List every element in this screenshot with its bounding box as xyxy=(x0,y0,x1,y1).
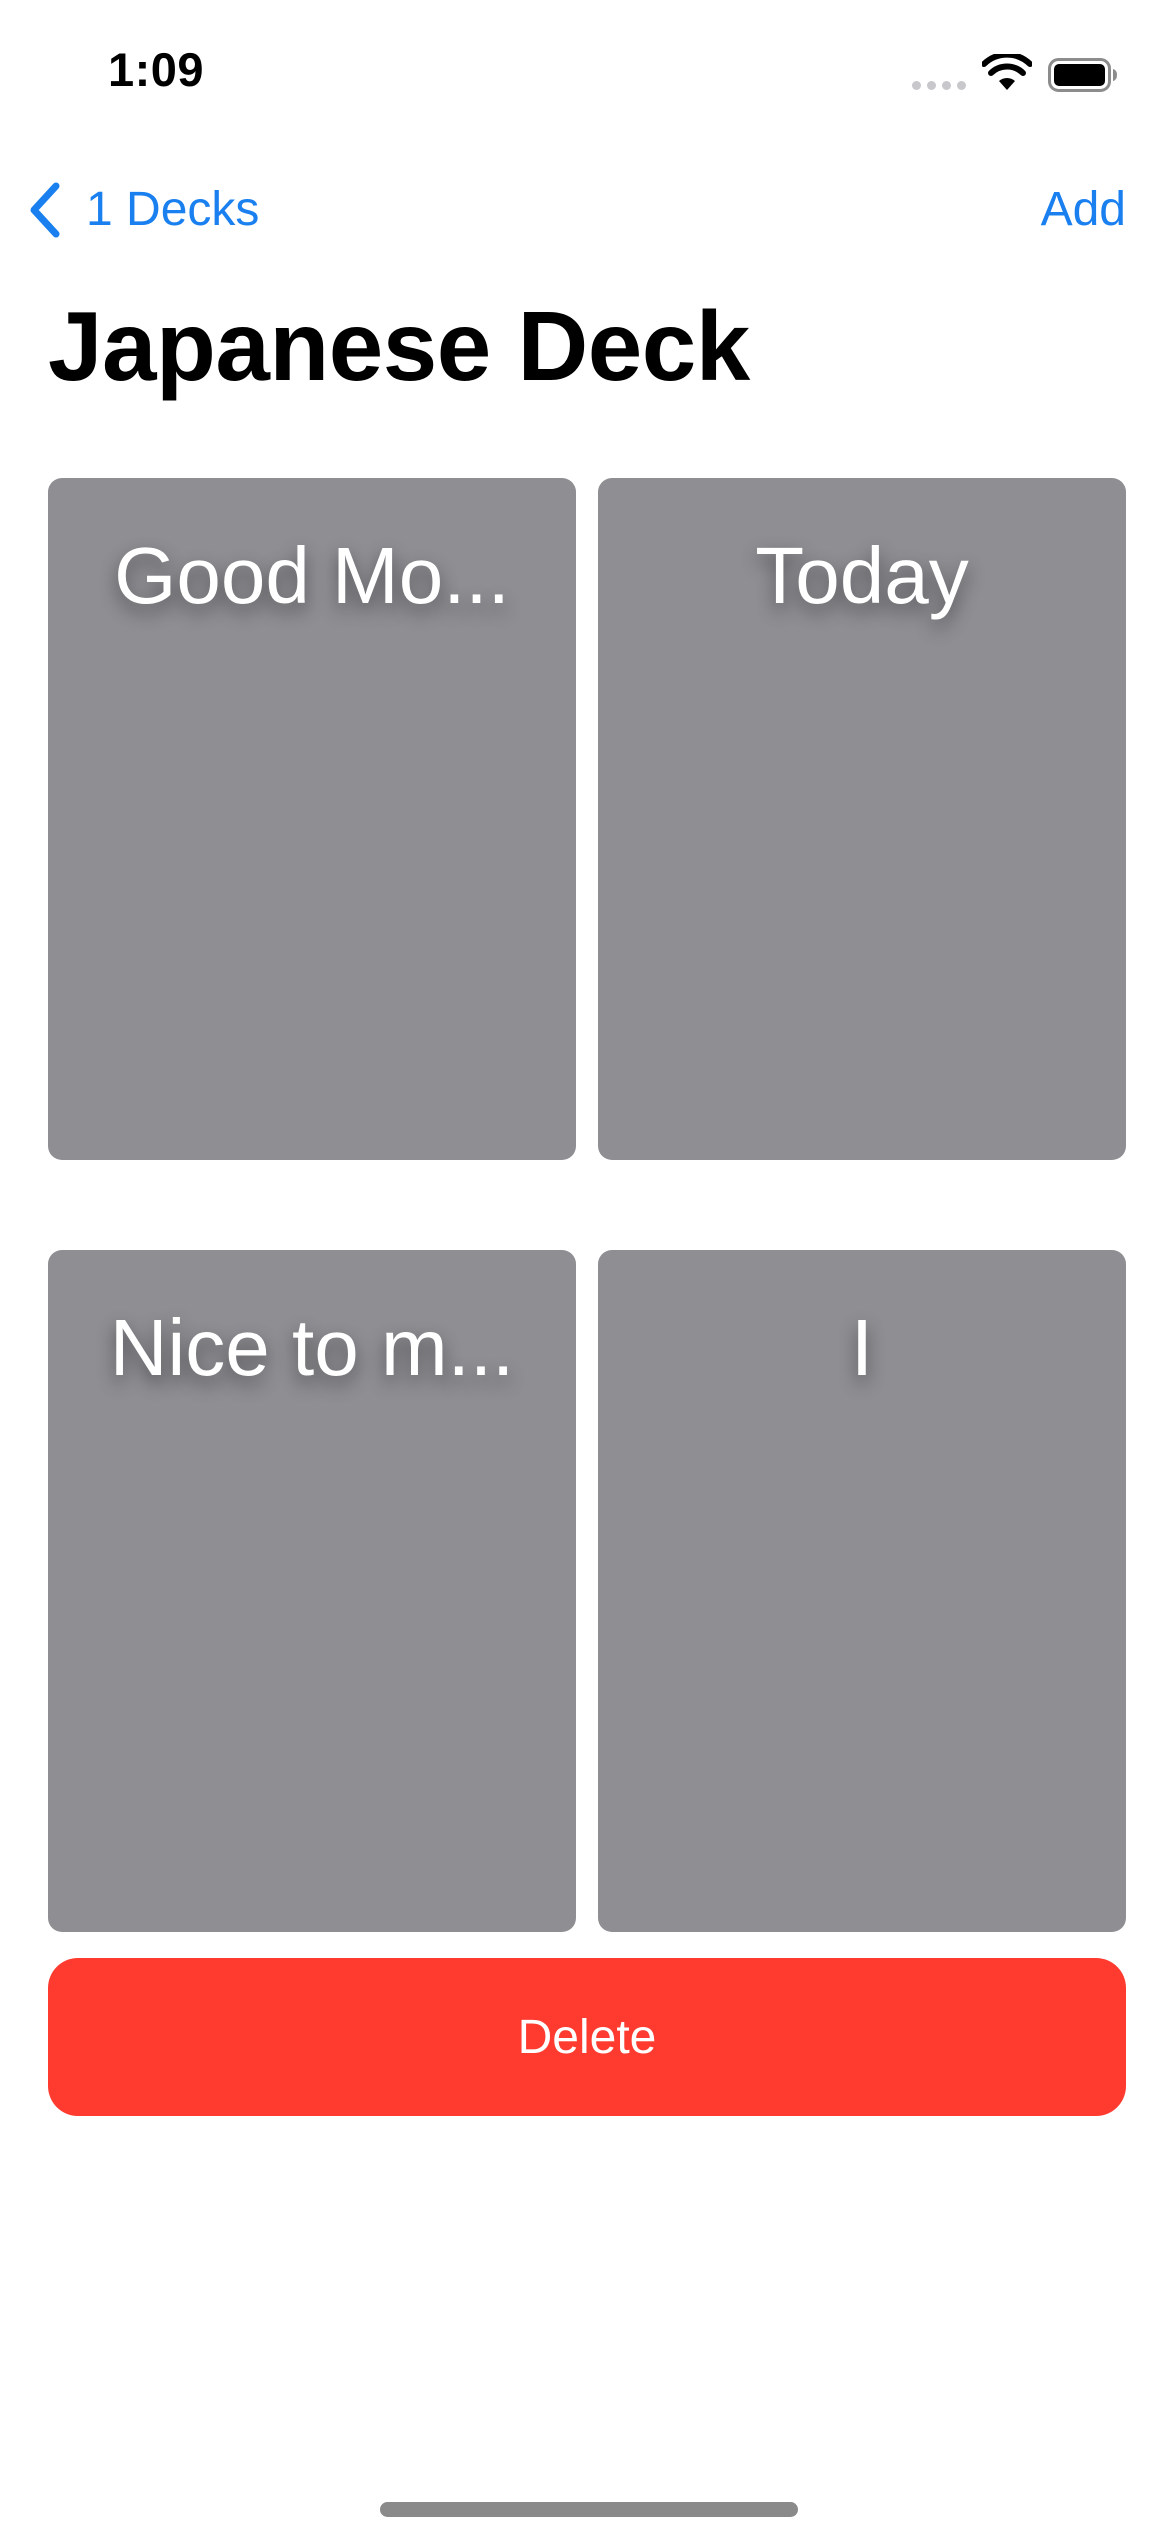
wifi-icon xyxy=(982,54,1032,90)
add-button[interactable]: Add xyxy=(1041,178,1126,242)
back-button[interactable]: 1 Decks xyxy=(24,178,259,242)
flashcard[interactable]: I xyxy=(598,1250,1126,1932)
flashcard[interactable]: Nice to m... xyxy=(48,1250,576,1932)
flashcard[interactable]: Today xyxy=(598,478,1126,1160)
card-grid: Good Mo... Today Nice to m... I xyxy=(48,478,1126,1932)
battery-icon xyxy=(1048,58,1117,92)
status-bar: 1:09 xyxy=(0,0,1170,150)
signal-icon xyxy=(912,81,966,93)
back-button-label: 1 Decks xyxy=(86,183,260,236)
home-indicator[interactable] xyxy=(380,2502,798,2517)
flashcard-label: Today xyxy=(755,531,969,620)
status-time: 1:09 xyxy=(108,43,205,96)
navigation-bar: 1 Decks Add xyxy=(0,160,1170,260)
flashcard-label: I xyxy=(850,1303,874,1392)
flashcard[interactable]: Good Mo... xyxy=(48,478,576,1160)
delete-button[interactable]: Delete xyxy=(48,1958,1126,2116)
flashcard-label: Nice to m... xyxy=(109,1303,515,1392)
flashcard-label: Good Mo... xyxy=(114,531,510,620)
chevron-left-icon xyxy=(30,182,60,238)
page-title: Japanese Deck xyxy=(48,291,750,401)
